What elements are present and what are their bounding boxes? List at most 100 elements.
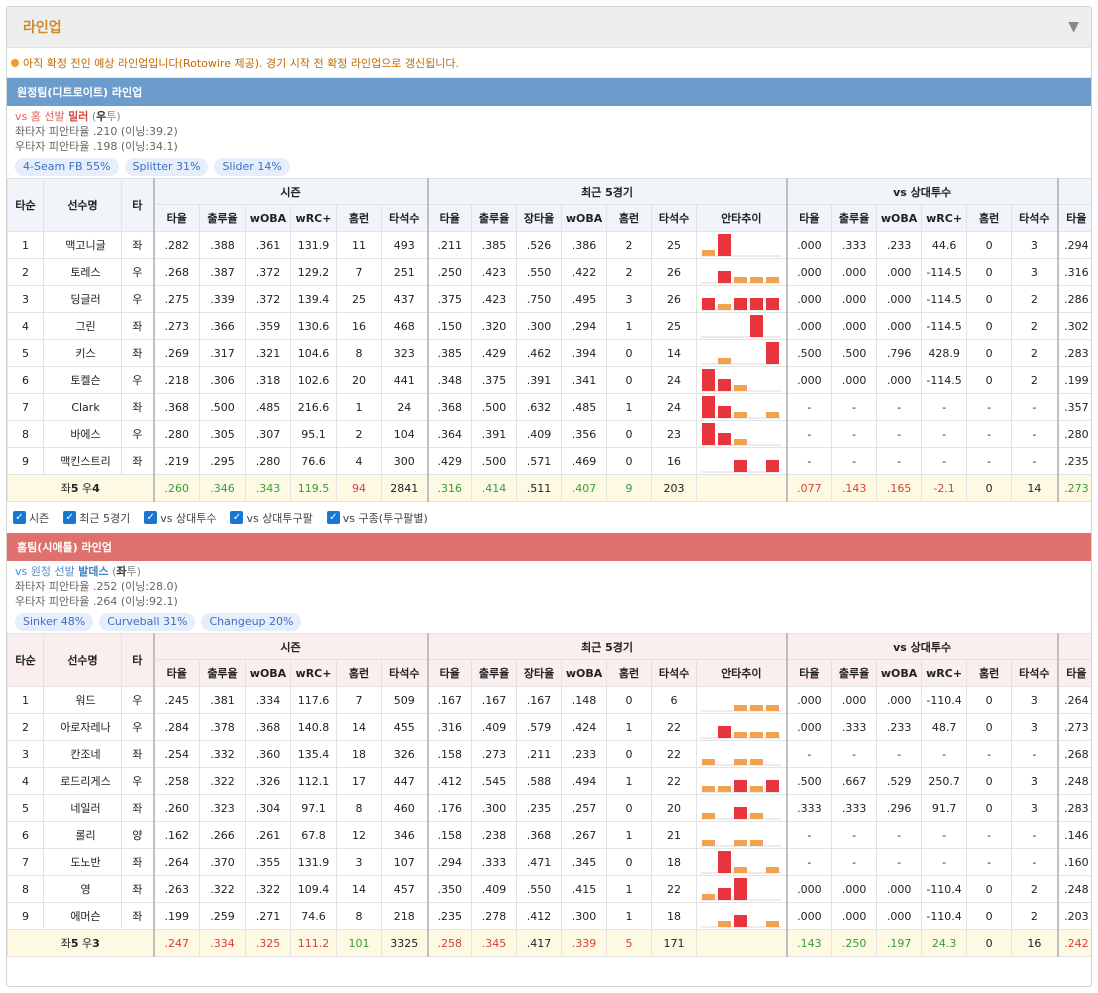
player-name[interactable]: 키스 <box>43 339 122 367</box>
recent-stat: .394 <box>561 339 608 367</box>
toggle-vs-pitcher[interactable]: ✓ vs 상대투수 <box>144 510 216 526</box>
recent-stat: .148 <box>561 686 608 714</box>
toggle-vs-arm[interactable]: ✓ vs 상대투구팔 <box>230 510 313 526</box>
player-name[interactable]: 도노반 <box>43 848 122 876</box>
season-stat: 8 <box>336 339 382 367</box>
player-name[interactable]: 네일러 <box>43 794 122 822</box>
vs-stat: - <box>966 447 1013 475</box>
col-season-stat[interactable]: wRC+ <box>290 659 337 687</box>
col-recent-stat[interactable]: wOBA <box>561 659 608 687</box>
col-vs-stat[interactable]: 타석수 <box>1011 204 1059 232</box>
col-vs-stat[interactable]: 홈런 <box>966 659 1013 687</box>
checkbox-checked-icon[interactable]: ✓ <box>326 511 340 524</box>
col-vs-stat[interactable]: wOBA <box>876 204 923 232</box>
pitch-mix-chip[interactable]: 4-Seam FB 55% <box>15 158 119 176</box>
player-name[interactable]: 영 <box>43 875 122 903</box>
collapse-chevron-icon[interactable]: ▼ <box>1068 19 1079 35</box>
col-extra-stat[interactable]: 타율 <box>1056 204 1091 232</box>
recent-stat: 0 <box>606 447 653 475</box>
col-recent-stat[interactable]: 타석수 <box>651 659 698 687</box>
home-section: 홈팀(시애틀) 라인업 vs 원정 선발 발데스 (좌투) 좌타자 피안타율 .25… <box>7 533 1091 957</box>
col-vs-stat[interactable]: 타율 <box>785 659 833 687</box>
player-name[interactable]: 토켈슨 <box>43 366 122 394</box>
notice-text: 아직 확정 전인 예상 라인업입니다(Rotowire 제공). 경기 시작 전… <box>23 56 460 70</box>
checkbox-checked-icon[interactable]: ✓ <box>144 511 158 524</box>
vs-stat: - <box>876 420 923 448</box>
col-season-stat[interactable]: 타석수 <box>380 204 429 232</box>
col-season-stat[interactable]: 홈런 <box>336 204 382 232</box>
col-recent-stat[interactable]: wOBA <box>561 204 608 232</box>
hit-trend <box>696 447 788 475</box>
player-name[interactable]: 로드리게스 <box>43 767 122 795</box>
season-stat: 251 <box>380 258 429 286</box>
player-name[interactable]: 토레스 <box>43 258 122 286</box>
toggle-season[interactable]: ✓ 시즌 <box>13 510 49 526</box>
player-name[interactable]: 바에스 <box>43 420 122 448</box>
col-season-stat[interactable]: 홈런 <box>336 659 382 687</box>
col-recent-stat[interactable]: 장타율 <box>516 204 563 232</box>
col-extra-stat[interactable]: 타율 <box>1056 659 1091 687</box>
panel-header[interactable]: 라인업 ▼ <box>7 7 1091 48</box>
col-vs-stat[interactable]: 타석수 <box>1011 659 1059 687</box>
col-recent-stat[interactable]: 홈런 <box>606 204 653 232</box>
col-season-stat[interactable]: wOBA <box>245 659 291 687</box>
toggle-recent5[interactable]: ✓ 최근 5경기 <box>63 510 130 526</box>
vs-stat: 250.7 <box>921 767 968 795</box>
col-hand: 타 <box>121 178 154 232</box>
season-stat: .317 <box>199 339 246 367</box>
col-season-stat[interactable]: 출루율 <box>199 659 246 687</box>
player-name[interactable]: Clark <box>43 393 122 421</box>
player-name[interactable]: 워드 <box>43 686 122 714</box>
col-recent-stat[interactable]: 타석수 <box>651 204 698 232</box>
vs-stat: .000 <box>831 875 878 903</box>
player-name[interactable]: 맥고니글 <box>43 231 122 259</box>
player-name[interactable]: 아로자레나 <box>43 713 122 741</box>
checkbox-checked-icon[interactable]: ✓ <box>13 511 26 524</box>
summary-recent-stat: .511 <box>516 474 563 502</box>
player-hand: 좌 <box>121 740 154 768</box>
hit-trend <box>696 740 788 768</box>
pitch-mix-chip[interactable]: Sinker 48% <box>15 613 94 631</box>
recent-stat: .356 <box>561 420 608 448</box>
col-recent-stat[interactable]: 타율 <box>426 204 473 232</box>
col-recent-stat[interactable]: 출루율 <box>471 204 518 232</box>
pitch-mix-chip[interactable]: Slider 14% <box>214 158 290 176</box>
col-recent-stat[interactable]: 홈런 <box>606 659 653 687</box>
player-name[interactable]: 칸조네 <box>43 740 122 768</box>
col-vs-stat[interactable]: 타율 <box>785 204 833 232</box>
col-vs-stat[interactable]: 출루율 <box>831 204 878 232</box>
col-season-stat[interactable]: 타석수 <box>380 659 429 687</box>
vs-stat: .296 <box>876 794 923 822</box>
col-season-stat[interactable]: 출루율 <box>199 204 246 232</box>
col-recent-stat[interactable]: 안타추이 <box>696 659 788 687</box>
checkbox-checked-icon[interactable]: ✓ <box>230 511 244 524</box>
col-season-stat[interactable]: 타율 <box>152 659 200 687</box>
recent-stat: .345 <box>561 848 608 876</box>
pitcher-name[interactable]: 밀러 <box>68 110 88 123</box>
col-vs-stat[interactable]: 출루율 <box>831 659 878 687</box>
player-name[interactable]: 그린 <box>43 312 122 340</box>
player-name[interactable]: 맥킨스트리 <box>43 447 122 475</box>
col-recent-stat[interactable]: 안타추이 <box>696 204 788 232</box>
hit-trend <box>696 366 788 394</box>
player-name[interactable]: 에머슨 <box>43 902 122 930</box>
col-vs-stat[interactable]: wRC+ <box>921 204 968 232</box>
col-season-stat[interactable]: 타율 <box>152 204 200 232</box>
toggle-vs-pitch-type[interactable]: ✓ vs 구종(투구팔별) <box>326 510 428 526</box>
pitch-mix-chip[interactable]: Curveball 31% <box>99 613 196 631</box>
col-vs-stat[interactable]: wRC+ <box>921 659 968 687</box>
pitch-mix-chip[interactable]: Changeup 20% <box>201 613 302 631</box>
col-recent-stat[interactable]: 장타율 <box>516 659 563 687</box>
player-name[interactable]: 롤리 <box>43 821 122 849</box>
pitcher-name[interactable]: 발데스 <box>78 565 108 578</box>
pitch-mix-chip[interactable]: Splitter 31% <box>124 158 209 176</box>
col-vs-stat[interactable]: wOBA <box>876 659 923 687</box>
col-season-stat[interactable]: wRC+ <box>290 204 337 232</box>
checkbox-checked-icon[interactable]: ✓ <box>63 511 77 524</box>
col-recent-stat[interactable]: 출루율 <box>471 659 518 687</box>
col-recent-stat[interactable]: 타율 <box>426 659 473 687</box>
col-season-stat[interactable]: wOBA <box>245 204 291 232</box>
player-name[interactable]: 딩글러 <box>43 285 122 313</box>
col-vs-stat[interactable]: 홈런 <box>966 204 1013 232</box>
extra-stat: .264 <box>1056 686 1091 714</box>
